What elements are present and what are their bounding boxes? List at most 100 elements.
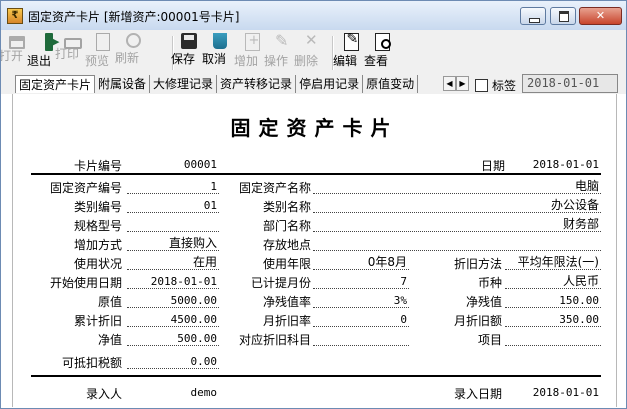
currency-field[interactable]: 人民币 — [505, 274, 601, 289]
open-label: 打开 — [0, 49, 24, 63]
monthly-rate-field[interactable]: 0 — [313, 312, 409, 327]
minimize-button[interactable] — [520, 7, 546, 25]
category-no-field[interactable]: 01 — [127, 198, 219, 213]
cancel-label: 取消 — [202, 52, 227, 66]
dep-subject-label: 对应折旧科目 — [239, 333, 312, 347]
net-value-field[interactable]: 500.00 — [127, 331, 219, 346]
monthly-amount-field[interactable]: 350.00 — [505, 312, 601, 327]
view-label: 查看 — [364, 54, 389, 68]
floppy-disk-icon — [181, 33, 197, 49]
original-value-field[interactable]: 5000.00 — [127, 293, 219, 308]
tab-scroll-left-button[interactable]: ◀ — [443, 76, 456, 91]
close-button[interactable] — [579, 7, 622, 25]
net-value-label: 净值 — [98, 333, 123, 347]
card-date-field[interactable]: 2018-01-01 — [522, 74, 618, 93]
add-button[interactable]: 增加 — [234, 33, 266, 68]
spec-label: 规格型号 — [74, 219, 123, 233]
cancel-button[interactable]: 取消 — [202, 33, 234, 66]
edit-button[interactable]: 编辑 — [333, 31, 365, 68]
acc-dep-label: 累计折旧 — [74, 314, 123, 328]
life-label: 使用年限 — [263, 257, 312, 271]
category-no-label: 类别编号 — [74, 200, 123, 214]
exit-door-icon — [45, 33, 59, 51]
status-field[interactable]: 在用 — [127, 255, 219, 270]
category-name-field[interactable]: 办公设备 — [313, 198, 601, 213]
tab-fixed-asset-card[interactable]: 固定资产卡片 — [15, 75, 96, 93]
add-label: 增加 — [234, 54, 259, 68]
deductible-tax-field[interactable]: 0.00 — [127, 354, 219, 369]
entered-by-value: demo — [190, 386, 218, 399]
delete-label: 删除 — [294, 54, 319, 68]
refresh-icon — [125, 33, 141, 48]
view-magnifier-icon — [374, 33, 391, 51]
delete-button[interactable]: 删除 — [294, 31, 326, 68]
title-bar: ₹ 固定资产卡片 [新增资产:00001号卡片] — [1, 1, 626, 30]
date-label: 日期 — [481, 159, 506, 173]
asset-card-panel: 固定资产卡片 卡片编号 00001 日期 2018-01-01 固定资产编号 1… — [12, 94, 617, 407]
acc-dep-field[interactable]: 4500.00 — [127, 312, 219, 327]
accrued-months-field[interactable]: 7 — [313, 274, 409, 289]
save-button[interactable]: 保存 — [171, 33, 203, 66]
card-no-value: 00001 — [183, 158, 217, 171]
entry-date-label: 录入日期 — [454, 387, 503, 401]
entered-by-label: 录入人 — [86, 387, 123, 401]
preview-document-icon — [96, 33, 110, 51]
project-label: 项目 — [478, 333, 503, 347]
asset-name-label: 固定资产名称 — [239, 181, 312, 195]
dep-method-field[interactable]: 平均年限法(一) — [505, 255, 601, 270]
life-field[interactable]: 0年8月 — [313, 255, 409, 270]
location-label: 存放地点 — [263, 238, 312, 252]
tag-checkbox-label: 标签 — [492, 79, 517, 93]
preview-button[interactable]: 预览 — [85, 33, 117, 68]
delete-x-icon — [303, 31, 321, 51]
project-field[interactable] — [505, 331, 601, 346]
location-field[interactable] — [313, 236, 601, 251]
maximize-button[interactable] — [550, 7, 576, 25]
card-title: 固定资产卡片 — [230, 116, 399, 140]
status-label: 使用状况 — [74, 257, 123, 271]
dept-field[interactable]: 财务部 — [313, 217, 601, 232]
print-label: 打印 — [55, 47, 80, 61]
edit-label: 编辑 — [333, 54, 358, 68]
start-date-field[interactable]: 2018-01-01 — [127, 274, 219, 289]
dept-label: 部门名称 — [263, 219, 312, 233]
asset-no-field[interactable]: 1 — [127, 179, 219, 194]
print-button[interactable]: 打印 — [55, 33, 87, 61]
add-method-field[interactable]: 直接购入 — [127, 236, 219, 251]
tab-transfer-records[interactable]: 资产转移记录 — [217, 75, 297, 93]
salvage-label: 净残值 — [466, 295, 503, 309]
footer-rule — [31, 375, 601, 377]
tag-checkbox[interactable] — [475, 79, 488, 92]
salvage-rate-label: 净残值率 — [263, 295, 312, 309]
tab-stop-start-records[interactable]: 停启用记录 — [296, 75, 364, 93]
salvage-rate-field[interactable]: 3% — [313, 293, 409, 308]
tab-overhaul-records[interactable]: 大修理记录 — [150, 75, 218, 93]
bucket-cancel-icon — [213, 33, 227, 49]
tab-strip: 固定资产卡片 附属设备 大修理记录 资产转移记录 停启用记录 原值变动 — [15, 75, 443, 94]
operate-button[interactable]: 操作 — [264, 31, 296, 68]
window-title: 固定资产卡片 [新增资产:00001号卡片] — [28, 10, 240, 24]
dep-method-label: 折旧方法 — [454, 257, 503, 271]
add-document-icon — [244, 33, 260, 51]
operate-label: 操作 — [264, 54, 289, 68]
refresh-label: 刷新 — [115, 51, 140, 65]
tab-attached-equipment[interactable]: 附属设备 — [95, 75, 151, 93]
monthly-rate-label: 月折旧率 — [263, 314, 312, 328]
date-value: 2018-01-01 — [532, 158, 599, 171]
dep-subject-field[interactable] — [313, 331, 409, 346]
refresh-button[interactable]: 刷新 — [115, 33, 147, 65]
asset-name-field[interactable]: 电脑 — [313, 179, 601, 194]
deductible-tax-label: 可抵扣税额 — [62, 356, 123, 370]
open-button[interactable]: 打开 — [1, 33, 31, 63]
spec-field[interactable] — [127, 217, 219, 232]
start-date-label: 开始使用日期 — [50, 276, 123, 290]
currency-label: 币种 — [478, 276, 503, 290]
salvage-field[interactable]: 150.00 — [505, 293, 601, 308]
tab-scroll-right-button[interactable]: ▶ — [456, 76, 469, 91]
entry-date-value: 2018-01-01 — [532, 386, 599, 399]
tab-original-value-change[interactable]: 原值变动 — [363, 75, 419, 93]
view-button[interactable]: 查看 — [364, 33, 396, 68]
category-name-label: 类别名称 — [263, 200, 312, 214]
monthly-amount-label: 月折旧额 — [454, 314, 503, 328]
app-icon: ₹ — [7, 8, 23, 24]
